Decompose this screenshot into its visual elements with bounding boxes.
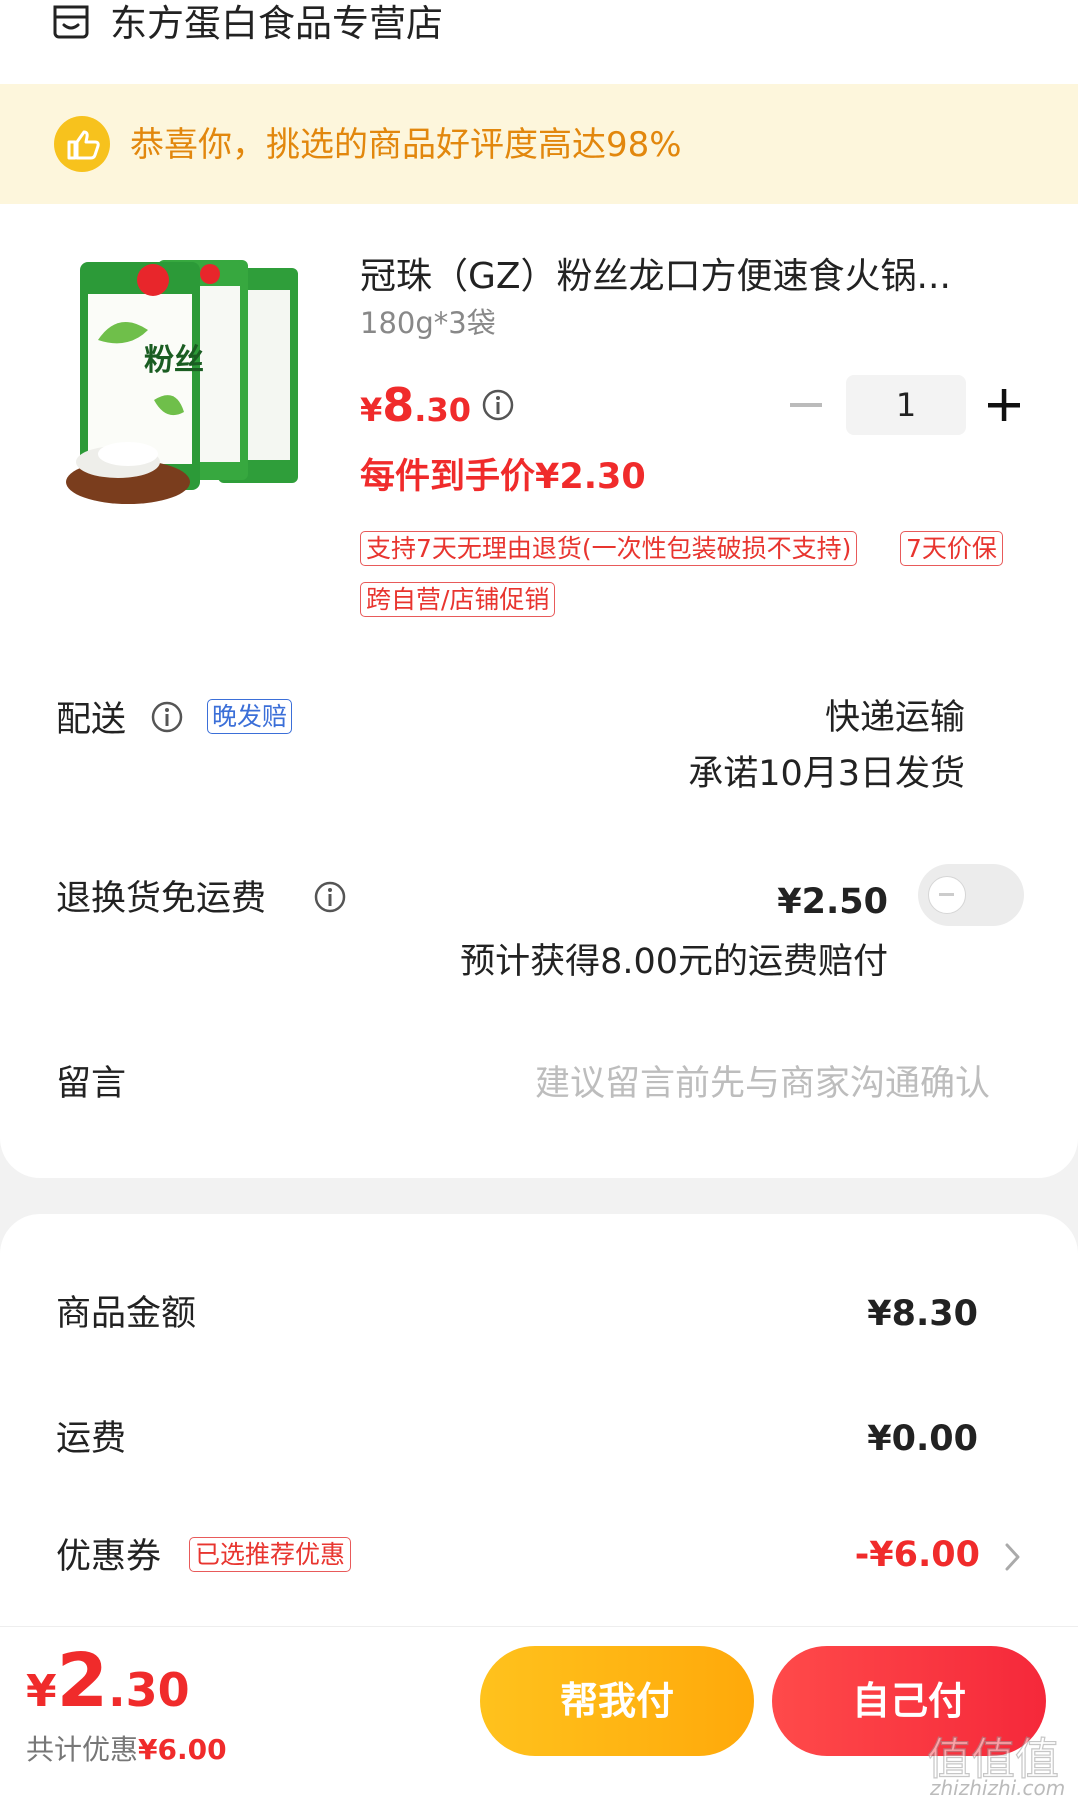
- return-freight-price: ¥2.50: [777, 882, 888, 922]
- shipping-method[interactable]: 快递运输: [825, 694, 965, 742]
- product-title[interactable]: 冠珠（GZ）粉丝龙口方便速食火锅...: [360, 252, 1000, 302]
- promotion-tag: 跨自营/店铺促销: [360, 582, 556, 617]
- price-info-icon[interactable]: [481, 388, 515, 422]
- quantity-value[interactable]: 1: [846, 375, 966, 435]
- total-saving: 共计优惠¥6.00: [26, 1730, 227, 1770]
- price-currency: ¥: [360, 391, 383, 429]
- coupon-label[interactable]: 优惠券: [56, 1533, 161, 1581]
- goods-amount-value: ¥8.30: [867, 1294, 978, 1334]
- return-freight-label: 退换货免运费: [56, 879, 267, 919]
- price-decimal: .30: [414, 391, 471, 429]
- shipping-label: 配送: [56, 700, 127, 740]
- watermark-text: zhizhizhi.com: [930, 1776, 1066, 1800]
- goods-amount-label: 商品金额: [56, 1294, 197, 1334]
- shipping-info-icon[interactable]: [150, 700, 184, 734]
- shipping-promise-date: 承诺10月3日发货: [688, 754, 965, 794]
- return-freight-info-icon[interactable]: [313, 880, 347, 914]
- product-price: ¥8.30: [360, 375, 471, 446]
- freight-label: 运费: [56, 1419, 127, 1459]
- help-pay-button[interactable]: 帮我付: [480, 1646, 754, 1756]
- product-image-label: 粉丝: [144, 343, 204, 378]
- message-label: 留言: [56, 1064, 127, 1104]
- return-freight-note: 预计获得8.00元的运费赔付: [460, 942, 888, 982]
- saving-value: ¥6.00: [138, 1733, 227, 1766]
- total-currency: ¥: [26, 1666, 57, 1717]
- thumbs-up-icon: [54, 116, 110, 172]
- coupon-recommended-tag: 已选推荐优惠: [189, 1537, 352, 1572]
- total-integer: 2: [56, 1638, 109, 1724]
- price-protect-tag: 7天价保: [900, 531, 1003, 566]
- price-integer: 8: [382, 378, 415, 432]
- saving-label: 共计优惠: [26, 1733, 139, 1766]
- banner-text: 恭喜你，挑选的商品好评度高达98%: [130, 125, 682, 165]
- late-delivery-badge: 晚发赔: [207, 699, 293, 734]
- return-policy-tag: 支持7天无理由退货(一次性包装破损不支持): [360, 531, 858, 566]
- toggle-knob: [928, 876, 966, 914]
- net-price: 每件到手价¥2.30: [360, 457, 646, 497]
- quantity-increase-button[interactable]: [984, 383, 1024, 427]
- product-image[interactable]: 粉丝: [58, 250, 308, 515]
- store-icon: [53, 5, 89, 39]
- store-name[interactable]: 东方蛋白食品专营店: [110, 0, 443, 48]
- total-decimal: .30: [108, 1663, 190, 1717]
- product-spec[interactable]: 180g*3袋: [360, 302, 496, 344]
- coupon-value[interactable]: -¥6.00: [855, 1531, 980, 1579]
- freight-value: ¥0.00: [867, 1419, 978, 1459]
- quantity-decrease-button[interactable]: [786, 383, 826, 427]
- message-input[interactable]: [400, 1058, 990, 1110]
- chevron-right-icon[interactable]: [1002, 1540, 1024, 1574]
